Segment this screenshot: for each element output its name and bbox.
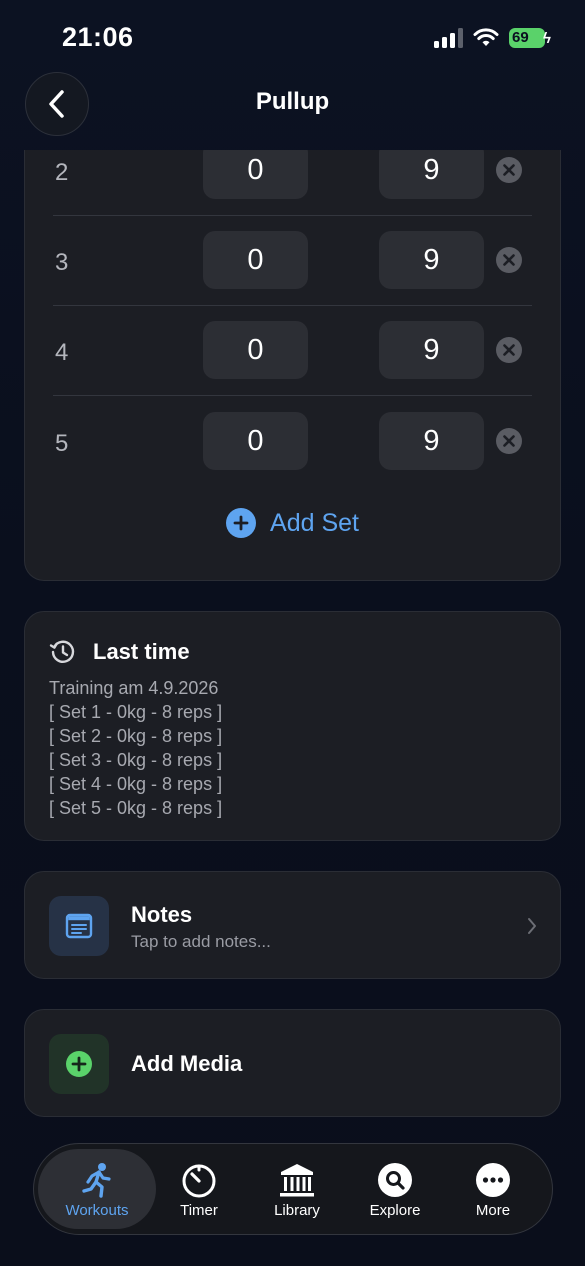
timer-icon: [182, 1164, 216, 1198]
notes-card[interactable]: Notes Tap to add notes...: [24, 871, 561, 979]
add-set-label: Add Set: [270, 508, 359, 537]
workout-exercise-screen: 21:06 69 ϟ Pullup 2 0 9 3 0 9 4 0 9 5 0 …: [0, 0, 585, 1266]
last-time-line: [ Set 4 - 0kg - 8 reps ]: [49, 774, 223, 794]
last-time-card: Last time Training am 4.9.2026 [ Set 1 -…: [24, 611, 561, 841]
tab-explore[interactable]: Explore: [346, 1149, 444, 1229]
cellular-signal-icon: [434, 28, 463, 48]
plus-circle-icon: [66, 1051, 92, 1077]
tab-more[interactable]: More: [444, 1149, 542, 1229]
more-dots-icon: [476, 1163, 510, 1197]
battery-level: 69: [512, 29, 529, 46]
set-row: 3 0 9: [53, 216, 532, 306]
tab-label: Library: [274, 1202, 320, 1219]
last-time-line: Training am 4.9.2026: [49, 678, 219, 698]
library-building-icon: [280, 1164, 314, 1197]
remove-set-icon[interactable]: [496, 428, 522, 454]
nav-header: Pullup: [0, 72, 585, 138]
reps-input[interactable]: 9: [379, 412, 484, 470]
chevron-right-icon: [528, 918, 536, 934]
tab-timer[interactable]: Timer: [150, 1149, 248, 1229]
battery-icon: 69 ϟ: [509, 28, 551, 48]
status-time: 21:06: [62, 22, 134, 52]
last-time-details: Training am 4.9.2026 [ Set 1 - 0kg - 8 r…: [49, 676, 222, 820]
tab-label: Explore: [369, 1202, 421, 1219]
running-person-icon: [82, 1163, 111, 1198]
charging-bolt-icon: ϟ: [543, 30, 551, 47]
tab-label: Workouts: [65, 1202, 129, 1219]
remove-set-icon[interactable]: [496, 337, 522, 363]
set-row: 2 0 9: [53, 150, 532, 216]
add-media-card[interactable]: Add Media: [24, 1009, 561, 1117]
note-document-icon: [65, 913, 93, 939]
page-title: Pullup: [255, 88, 330, 115]
last-time-line: [ Set 2 - 0kg - 8 reps ]: [49, 726, 223, 746]
reps-input[interactable]: 9: [379, 150, 484, 199]
row-divider: [53, 395, 532, 396]
weight-input[interactable]: 0: [203, 412, 308, 470]
plus-circle-icon: [226, 508, 257, 538]
notes-title: Notes: [131, 902, 193, 927]
media-tile: [49, 1034, 109, 1094]
last-time-line: [ Set 3 - 0kg - 8 reps ]: [49, 750, 223, 770]
add-set-button[interactable]: Add Set: [25, 508, 560, 538]
tab-workouts[interactable]: Workouts: [38, 1149, 156, 1229]
tab-bar: Workouts Timer Library Explore More: [33, 1143, 553, 1235]
set-number: 3: [55, 249, 69, 276]
set-row: 5 0 9: [53, 397, 532, 487]
notes-subtitle: Tap to add notes...: [131, 932, 271, 951]
weight-input[interactable]: 0: [203, 321, 308, 379]
weight-input[interactable]: 0: [203, 150, 308, 199]
search-icon: [378, 1163, 412, 1197]
remove-set-icon[interactable]: [496, 247, 522, 273]
add-media-title: Add Media: [131, 1051, 243, 1076]
last-time-line: [ Set 5 - 0kg - 8 reps ]: [49, 798, 223, 818]
last-time-line: [ Set 1 - 0kg - 8 reps ]: [49, 702, 223, 722]
weight-input[interactable]: 0: [203, 231, 308, 289]
reps-input[interactable]: 9: [379, 321, 484, 379]
tab-label: Timer: [180, 1202, 218, 1219]
last-time-header: Last time: [49, 638, 190, 666]
sets-card: 2 0 9 3 0 9 4 0 9 5 0 9 Add Set: [24, 150, 561, 581]
status-indicators: 69 ϟ: [434, 28, 551, 48]
reps-input[interactable]: 9: [379, 231, 484, 289]
set-number: 4: [55, 339, 69, 366]
notes-tile: [49, 896, 109, 956]
status-bar: 21:06 69 ϟ: [0, 0, 585, 72]
history-icon: [49, 640, 75, 663]
set-row: 4 0 9: [53, 306, 532, 396]
set-number: 2: [55, 159, 69, 186]
remove-set-icon[interactable]: [496, 157, 522, 183]
tab-library[interactable]: Library: [248, 1149, 346, 1229]
tab-label: More: [475, 1202, 511, 1219]
set-number: 5: [55, 430, 69, 457]
last-time-title: Last time: [93, 639, 190, 664]
wifi-icon: [473, 28, 499, 46]
